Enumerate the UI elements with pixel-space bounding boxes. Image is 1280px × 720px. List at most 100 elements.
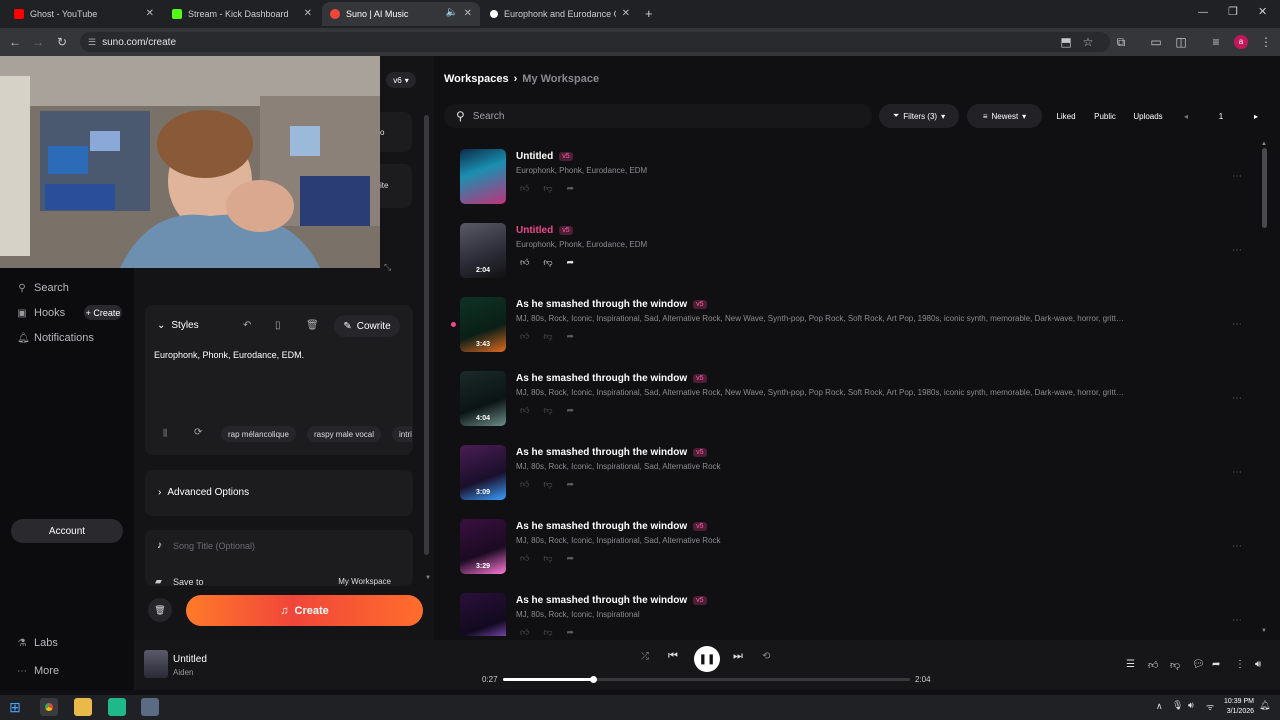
more-icon[interactable]: ⋯ [1232,245,1242,256]
volume-icon[interactable]: 🔊︎ [1188,700,1194,711]
song-row[interactable]: As he smashed through the window v5 MJ, 80… [444,593,1254,636]
more-icon[interactable]: ⋯ [1232,467,1242,478]
song-row[interactable]: 3:43 As he smashed through the window v5 MJ… [444,297,1254,367]
filters-button[interactable]: ⏷ Filters (3) ▾ [879,104,959,128]
app-taskbar-icon[interactable] [108,698,126,716]
previous-track-icon[interactable]: ⏮︎ [668,650,678,663]
share-icon[interactable]: ➦ [567,479,575,490]
song-title[interactable]: As he smashed through the window v5 [516,373,707,384]
song-cover[interactable] [460,149,506,204]
scroll-down-icon[interactable]: ▼ [1261,628,1267,634]
network-icon[interactable]: ᯤ [1206,700,1214,713]
song-title[interactable]: As he smashed through the window v5 [516,521,707,532]
expand-icon[interactable]: ⤡ [384,262,391,273]
hooks-create-button[interactable]: + Create [84,305,122,320]
style-chip[interactable]: raspy male vocal [307,426,382,442]
profile-avatar[interactable]: a [1234,35,1248,49]
new-tab-button[interactable]: + [645,6,653,21]
more-icon[interactable]: ⋯ [1232,615,1242,626]
now-playing-thumbnail[interactable] [144,650,168,678]
app-taskbar-icon[interactable] [141,698,159,716]
browser-menu-icon[interactable]: ⋮ [1258,34,1274,50]
thumbs-down-icon[interactable]: 👎︎ [543,331,552,342]
shuffle-icon[interactable]: ⤮ [641,651,649,662]
song-title-input[interactable]: Song Title (Optional) [173,541,255,551]
song-row[interactable]: 3:29 As he smashed through the window v5 MJ… [444,519,1254,589]
breadcrumb-root[interactable]: Workspaces [444,73,509,85]
song-title[interactable]: As he smashed through the window v5 [516,447,707,458]
volume-icon[interactable]: 🔊︎ [1255,659,1261,670]
song-title[interactable]: Untitled v5 [516,151,573,162]
prev-page-icon[interactable]: ◂ [1175,104,1197,128]
account-button[interactable]: Account [11,519,123,543]
create-button[interactable]: ♫ Create [186,595,423,626]
styles-input[interactable]: Europhonk, Phonk, Eurodance, EDM. [154,350,404,360]
styles-toggle[interactable]: ⌄ Styles [157,320,199,331]
share-icon[interactable]: ➦ [567,627,575,636]
song-row[interactable]: 3:09 As he smashed through the window v5 MJ… [444,445,1254,515]
back-icon[interactable]: ← [7,34,23,50]
thumbs-up-icon[interactable]: 👍︎ [520,627,529,636]
close-tab-icon[interactable]: ✕ [464,8,472,19]
thumbs-down-icon[interactable]: 👎︎ [543,405,552,416]
tab-suno[interactable]: Suno | AI Music 🔈 ✕ [322,2,480,26]
more-icon[interactable]: ⋯ [1232,541,1242,552]
share-icon[interactable]: ➦ [567,257,575,268]
song-list-scrollbar[interactable] [1262,148,1267,228]
nav-more[interactable]: ⋯ More [17,665,59,677]
now-playing-title[interactable]: Untitled [173,654,207,665]
side-panel-icon[interactable]: ◫ [1173,34,1189,50]
share-icon[interactable]: ➦ [567,331,575,342]
workspace-search[interactable]: ⚲ Search [444,104,872,128]
uploads-filter[interactable]: Uploads [1128,104,1168,128]
close-tab-icon[interactable]: ✕ [304,8,312,19]
next-track-icon[interactable]: ⏭︎ [733,650,743,663]
thumbs-up-icon[interactable]: 👍︎ [520,331,529,342]
nav-search[interactable]: ⚲ Search [17,282,69,294]
speaker-icon[interactable]: 🔈 [446,7,458,18]
style-chip[interactable]: rap mélancolique [221,426,296,442]
trash-icon[interactable]: 🗑︎ [306,320,319,331]
bookmark-icon[interactable]: ▯ [275,320,281,331]
share-icon[interactable]: ➦ [567,553,575,564]
reload-icon[interactable]: ↻ [54,34,70,50]
thumbs-up-icon[interactable]: 👍︎ [1148,659,1158,671]
song-title[interactable]: As he smashed through the window v5 [516,595,707,606]
thumbs-down-icon[interactable]: 👎︎ [543,553,552,564]
liked-filter[interactable]: Liked [1050,104,1082,128]
tab-youtube[interactable]: Ghost - YouTube ✕ [6,2,162,26]
forward-icon[interactable]: → [30,34,46,50]
scroll-down-icon[interactable]: ▼ [425,575,431,581]
repeat-icon[interactable]: ⟲ [762,651,770,662]
scroll-up-icon[interactable]: ▲ [1261,141,1267,147]
clear-button[interactable]: 🗑︎ [148,598,172,622]
public-filter[interactable]: Public [1089,104,1121,128]
model-selector[interactable]: v6 ▾ [386,72,416,88]
close-tab-icon[interactable]: ✕ [146,8,154,19]
save-to-workspace[interactable]: My Workspace [338,577,391,586]
progress-track[interactable] [503,676,910,683]
site-info-icon[interactable]: ☰ [88,37,96,48]
comment-icon[interactable]: 💬︎ [1192,659,1205,670]
windows-start-icon[interactable]: ⊞ [6,698,24,716]
thumbs-down-icon[interactable]: 👎︎ [543,257,552,268]
more-icon[interactable]: ⋯ [1232,393,1242,404]
song-row[interactable]: 4:04 As he smashed through the window v5 MJ… [444,371,1254,441]
song-title[interactable]: As he smashed through the window v5 [516,299,707,310]
close-window-icon[interactable]: ✕ [1258,5,1267,18]
tab-europhonk[interactable]: Europhonk and Eurodance Gen ✕ [482,2,638,26]
song-row[interactable]: Untitled v5 Europhonk, Phonk, Eurodance, E… [444,149,1254,219]
sort-button[interactable]: ≡ Newest ▾ [967,104,1042,128]
microphone-icon[interactable]: 🎙︎ [1172,700,1183,711]
close-tab-icon[interactable]: ✕ [622,8,630,19]
chrome-taskbar-button[interactable] [40,698,58,716]
thumbs-up-icon[interactable]: 👍︎ [520,553,529,564]
song-title[interactable]: Untitled v5 [516,225,573,236]
nav-labs[interactable]: ⚗ Labs [17,637,58,649]
address-bar[interactable]: ☰ suno.com/create [80,32,1110,52]
more-icon[interactable]: ⋯ [1232,319,1242,330]
nav-hooks[interactable]: ▣ Hooks [17,307,65,319]
undo-icon[interactable]: ↶ [243,320,251,331]
maximize-icon[interactable]: ❐ [1228,5,1238,18]
nav-notifications[interactable]: 🔔︎ Notifications [17,332,94,344]
